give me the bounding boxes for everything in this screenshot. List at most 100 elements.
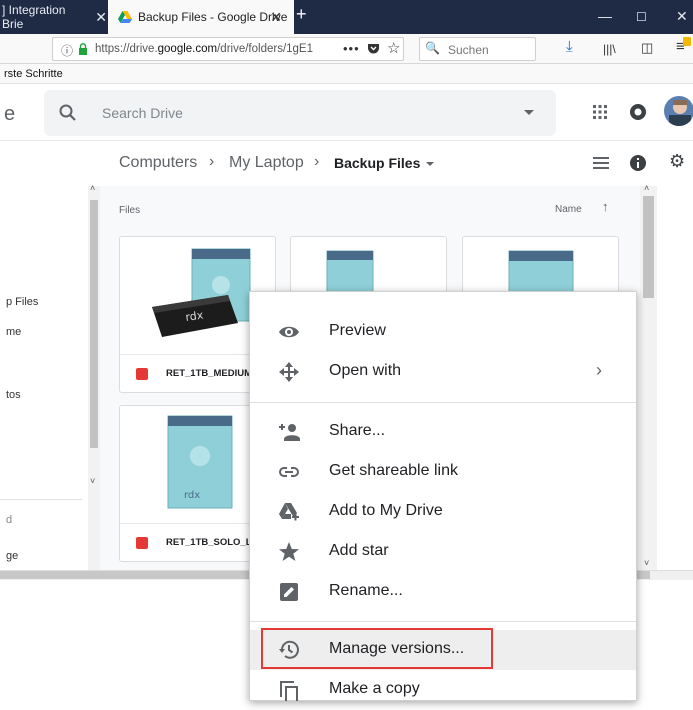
menu-item-make-a-copy[interactable]: Make a copy	[250, 670, 636, 710]
url-domain: google.com	[157, 43, 218, 55]
info-icon[interactable]	[629, 154, 647, 172]
sidebar-item-home[interactable]: me	[6, 326, 21, 338]
info-icon[interactable]: ⓘ	[61, 42, 73, 59]
breadcrumb: Computers › My Laptop › Backup Files ⚙	[0, 142, 693, 186]
download-icon[interactable]: ⤓	[566, 38, 573, 55]
notifications-icon[interactable]	[629, 103, 647, 121]
breadcrumb-computers[interactable]: Computers	[119, 154, 197, 172]
scroll-up-icon[interactable]: ˄	[644, 183, 649, 193]
search-engine-icon: 🔍	[425, 41, 440, 55]
svg-text:rdx: rdx	[185, 309, 205, 324]
copy-icon	[280, 681, 298, 701]
sidebar-item-photos[interactable]: tos	[6, 389, 21, 401]
menu-item-label: Add to My Drive	[329, 502, 443, 519]
maximize-icon[interactable]: ☐	[636, 10, 647, 24]
bookmark-star-icon[interactable]: ☆	[387, 39, 400, 57]
file-name: RET_1TB_SOLO_L	[166, 537, 252, 548]
tab-backup-files[interactable]: Backup Files - Google Drive ✕	[108, 0, 294, 34]
close-tab-icon[interactable]: ✕	[95, 9, 107, 26]
sort-arrow-up-icon[interactable]: ↑	[602, 199, 609, 214]
sidebar-item-backup-files[interactable]: p Files	[6, 296, 38, 308]
highlight-box	[261, 628, 493, 669]
main-scroll-thumb[interactable]	[643, 196, 654, 298]
drive-header: e Search Drive	[0, 85, 693, 141]
file-name: RET_1TB_MEDIUM	[166, 368, 253, 379]
menu-item-label: Make a copy	[329, 680, 420, 697]
browser-tab-strip: ] Integration Brie ✕ Backup Files - Goog…	[0, 0, 693, 34]
menu-item-label: Add star	[329, 542, 389, 559]
tab-integration-brief[interactable]: ] Integration Brie ✕	[0, 0, 107, 34]
move-arrows-icon	[279, 362, 299, 382]
search-drive-placeholder: Search Drive	[102, 105, 183, 121]
tab-label: Backup Files - Google Drive	[138, 10, 288, 24]
navigation-bar: ⓘ https://drive.google.com/drive/folders…	[0, 34, 693, 64]
avatar[interactable]	[663, 95, 693, 127]
add-person-icon	[279, 424, 300, 441]
search-drive-box[interactable]: Search Drive	[44, 90, 556, 136]
menu-item-add-star[interactable]: Add star	[250, 532, 636, 572]
chevron-right-icon: ›	[314, 153, 320, 170]
search-options-icon[interactable]	[524, 110, 534, 115]
chevron-right-icon: ›	[596, 360, 602, 380]
settings-gear-icon[interactable]: ⚙	[669, 151, 685, 172]
close-tab-icon[interactable]: ✕	[270, 9, 282, 26]
sidebar-scroll-thumb[interactable]	[90, 200, 98, 448]
menu-item-preview[interactable]: Preview	[250, 312, 636, 352]
bookmarks-bar: rste Schritte	[0, 64, 693, 84]
folder-menu-caret-icon[interactable]	[426, 162, 434, 166]
library-icon[interactable]: |||\	[603, 42, 616, 56]
star-icon	[279, 542, 299, 561]
menu-divider	[250, 402, 636, 403]
sidebar-divider	[0, 499, 82, 500]
menu-item-open-with[interactable]: Open with ›	[250, 352, 636, 392]
drive-add-icon	[279, 503, 299, 521]
eye-icon	[279, 326, 299, 338]
left-sidebar: p Files me tos d ge	[0, 186, 100, 570]
scroll-down-icon[interactable]: ˅	[90, 476, 95, 486]
pocket-icon[interactable]	[367, 43, 380, 55]
close-window-icon[interactable]: ✕	[676, 8, 688, 25]
browser-search-box[interactable]: 🔍 Suchen	[419, 37, 536, 61]
scroll-up-icon[interactable]: ˄	[90, 183, 95, 193]
link-icon	[279, 467, 299, 477]
sidebar-toggle-icon[interactable]: ◫	[641, 40, 653, 56]
breadcrumb-current-folder[interactable]: Backup Files	[334, 155, 420, 171]
pencil-icon	[280, 583, 298, 601]
lock-icon	[79, 43, 87, 55]
sidebar-item-storage[interactable]: ge	[6, 550, 18, 562]
menu-item-rename[interactable]: Rename...	[250, 572, 636, 612]
sidebar-item-shared[interactable]: d	[6, 514, 12, 526]
menu-item-add-to-my-drive[interactable]: Add to My Drive	[250, 492, 636, 532]
menu-divider	[250, 621, 636, 622]
tab-label: ] Integration Brie	[2, 3, 66, 31]
search-icon[interactable]	[58, 103, 78, 123]
search-placeholder: Suchen	[448, 43, 489, 57]
breadcrumb-my-laptop[interactable]: My Laptop	[229, 154, 304, 172]
image-file-icon	[136, 368, 148, 380]
new-tab-icon[interactable]: +	[296, 4, 307, 25]
menu-item-label: Preview	[329, 322, 386, 339]
menu-item-get-shareable-link[interactable]: Get shareable link	[250, 452, 636, 492]
page-actions-icon[interactable]: •••	[343, 41, 360, 56]
svg-text:rdx: rdx	[184, 490, 200, 501]
url-bar[interactable]: ⓘ https://drive.google.com/drive/folders…	[52, 37, 404, 61]
menu-item-label: Open with	[329, 362, 402, 379]
url-prefix: https://drive.	[95, 43, 158, 55]
url-suffix: /drive/folders/1gE1	[217, 43, 313, 55]
menu-item-share[interactable]: Share...	[250, 412, 636, 452]
list-view-icon[interactable]	[593, 156, 609, 170]
scroll-down-icon[interactable]: ˅	[644, 558, 649, 568]
menu-item-label: Get shareable link	[329, 462, 458, 479]
sort-by-name[interactable]: Name	[555, 204, 582, 215]
menu-item-label: Rename...	[329, 582, 403, 599]
url-text: https://drive.google.com/drive/folders/1…	[95, 43, 313, 55]
drive-logo-text[interactable]: e	[4, 103, 15, 126]
google-drive-logo-icon	[118, 11, 132, 23]
apps-grid-icon[interactable]	[592, 104, 608, 120]
bookmark-item[interactable]: rste Schritte	[4, 68, 63, 80]
image-file-icon	[136, 537, 148, 549]
notification-badge	[683, 37, 691, 46]
minimize-icon[interactable]: —	[598, 8, 612, 24]
files-section-label: Files	[119, 205, 141, 216]
chevron-right-icon: ›	[209, 153, 215, 170]
